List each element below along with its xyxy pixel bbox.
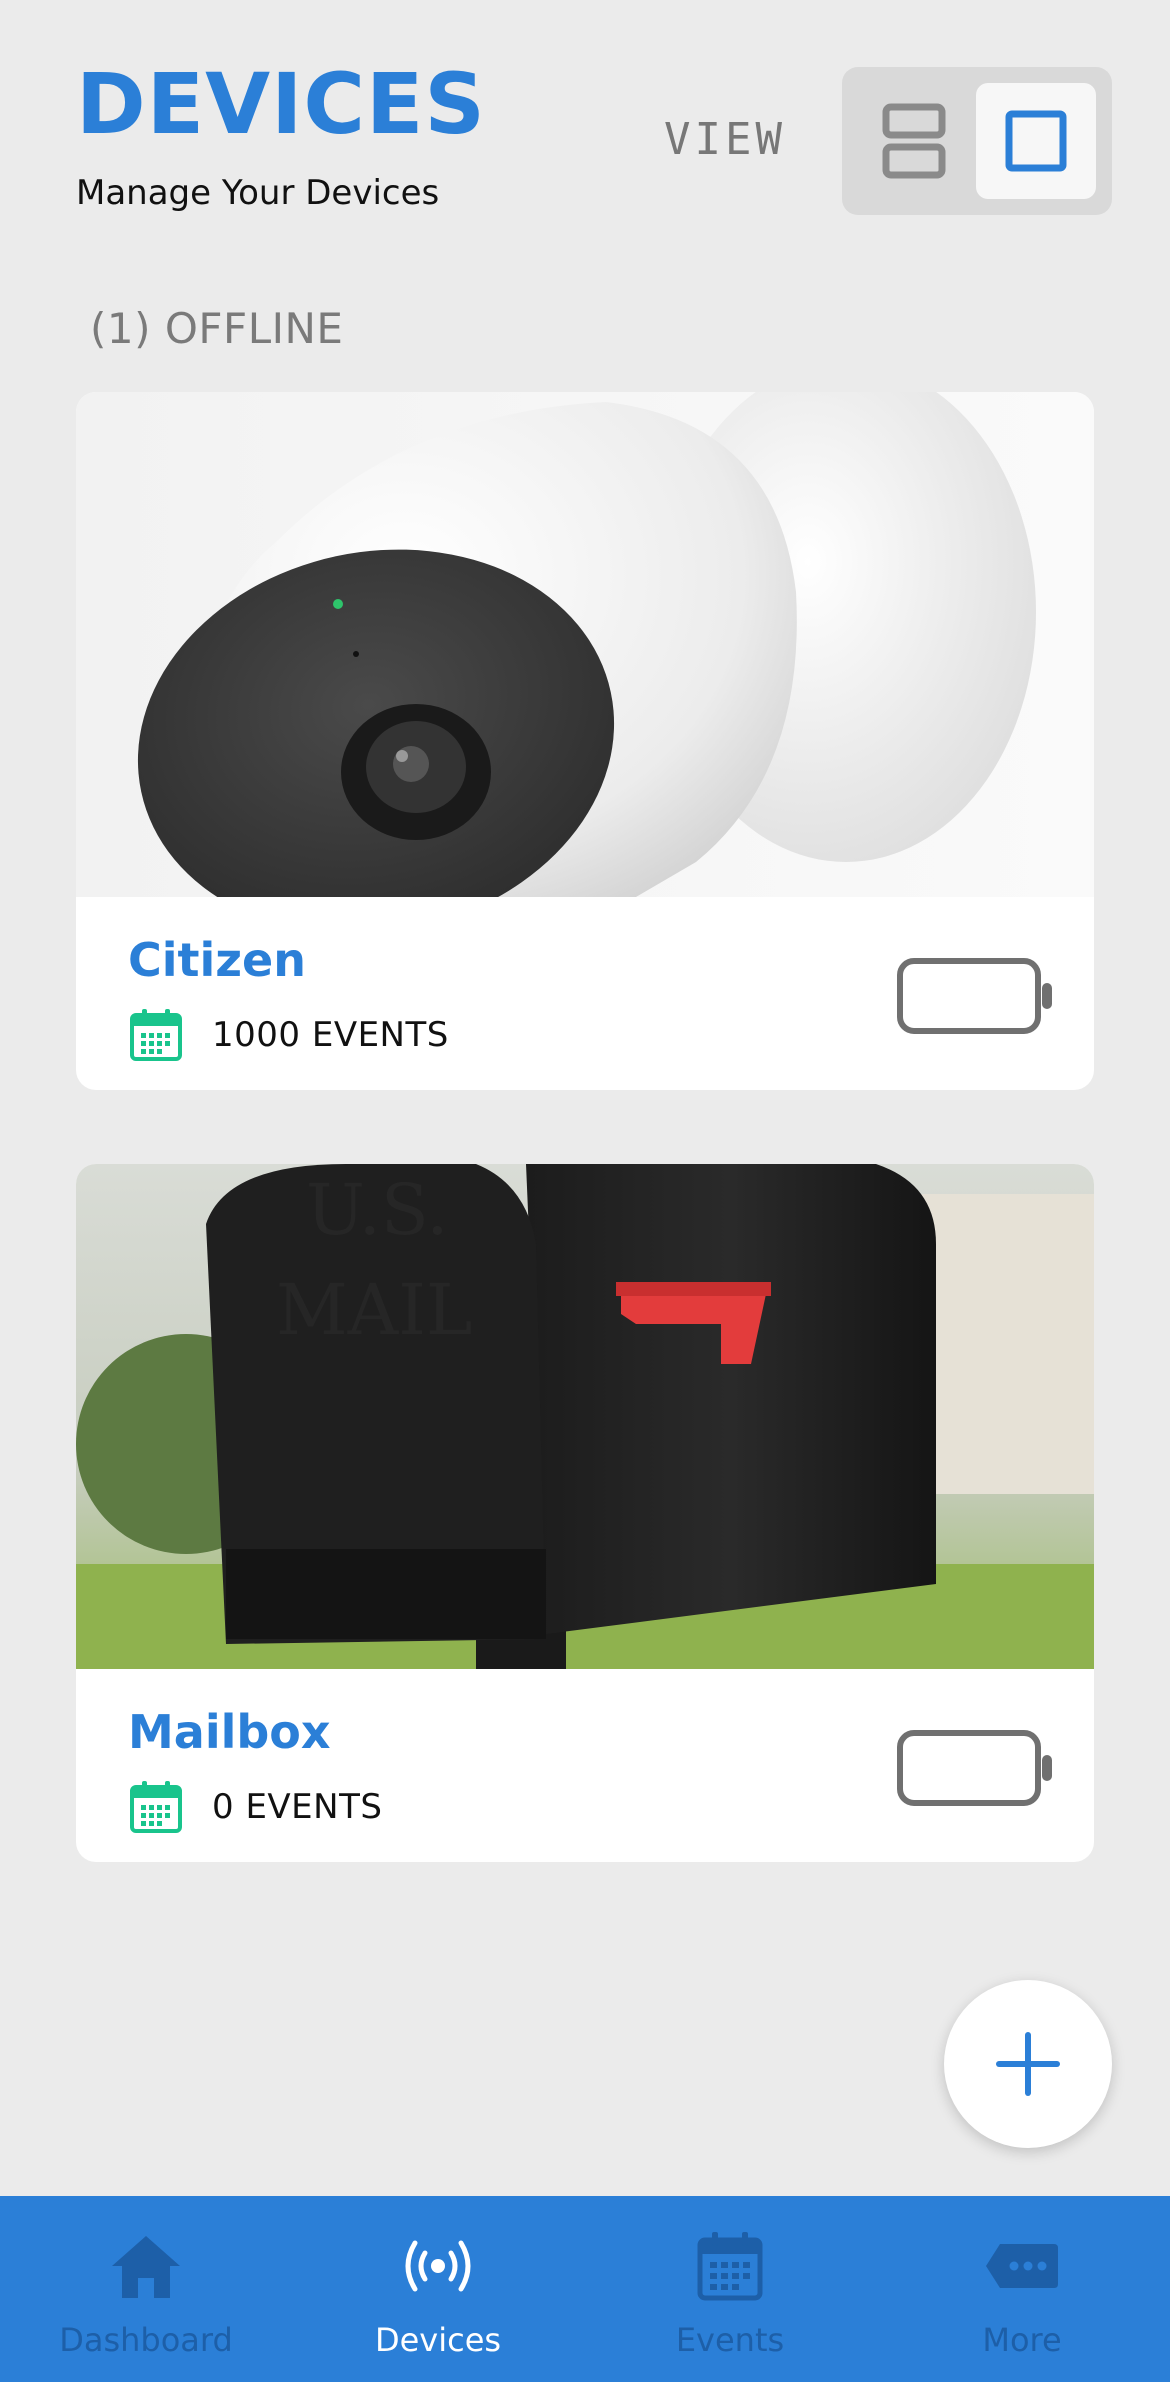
device-events: 1000 EVENTS — [128, 1007, 449, 1063]
mailbox-photo: U.S. MAIL — [76, 1164, 1094, 1669]
svg-text:MAIL: MAIL — [276, 1269, 472, 1351]
page-title: DEVICES — [76, 55, 486, 153]
security-camera-photo — [76, 392, 1094, 897]
device-name: Mailbox — [128, 1705, 331, 1759]
list-view-icon — [882, 103, 946, 179]
tab-label: Devices — [374, 2321, 502, 2359]
grid-view-icon — [1005, 110, 1067, 172]
bottom-tab-bar: Dashboard Devices Events More — [0, 2196, 1170, 2382]
view-label: VIEW — [664, 114, 786, 165]
tab-label: Events — [675, 2321, 785, 2359]
tab-label: Dashboard — [59, 2321, 233, 2359]
tab-devices[interactable]: Devices — [292, 2196, 584, 2382]
device-card-citizen[interactable]: Citizen 1000 EVENTS — [76, 392, 1094, 1090]
tab-dashboard[interactable]: Dashboard — [0, 2196, 292, 2382]
page-subtitle: Manage Your Devices — [76, 173, 440, 213]
view-toggle — [842, 67, 1112, 215]
battery-empty-icon — [897, 1730, 1052, 1806]
list-view-button[interactable] — [854, 83, 974, 199]
page-header: DEVICES Manage Your Devices VIEW — [0, 0, 1170, 260]
tab-label: More — [982, 2321, 1062, 2359]
events-count: 0 EVENTS — [212, 1787, 383, 1827]
svg-text:U.S.: U.S. — [306, 1169, 449, 1251]
add-device-button[interactable] — [944, 1980, 1112, 2148]
events-count: 1000 EVENTS — [212, 1015, 449, 1055]
tab-events[interactable]: Events — [584, 2196, 876, 2382]
plus-icon — [996, 2032, 1060, 2096]
offline-section-label: (1) OFFLINE — [90, 304, 344, 353]
device-card-mailbox[interactable]: U.S. MAIL Mailbox 0 EVENTS — [76, 1164, 1094, 1862]
device-card-footer: Mailbox 0 EVENTS — [76, 1669, 1094, 1862]
device-card-footer: Citizen 1000 EVENTS — [76, 897, 1094, 1090]
broadcast-icon — [405, 2240, 471, 2292]
home-icon — [112, 2236, 180, 2298]
tab-more[interactable]: More — [876, 2196, 1168, 2382]
device-events: 0 EVENTS — [128, 1779, 382, 1835]
more-icon — [986, 2244, 1058, 2288]
device-name: Citizen — [128, 933, 307, 987]
battery-empty-icon — [897, 958, 1052, 1034]
calendar-icon — [697, 2232, 763, 2301]
calendar-icon — [130, 1781, 182, 1833]
grid-view-button[interactable] — [976, 83, 1096, 199]
calendar-icon — [130, 1009, 182, 1061]
